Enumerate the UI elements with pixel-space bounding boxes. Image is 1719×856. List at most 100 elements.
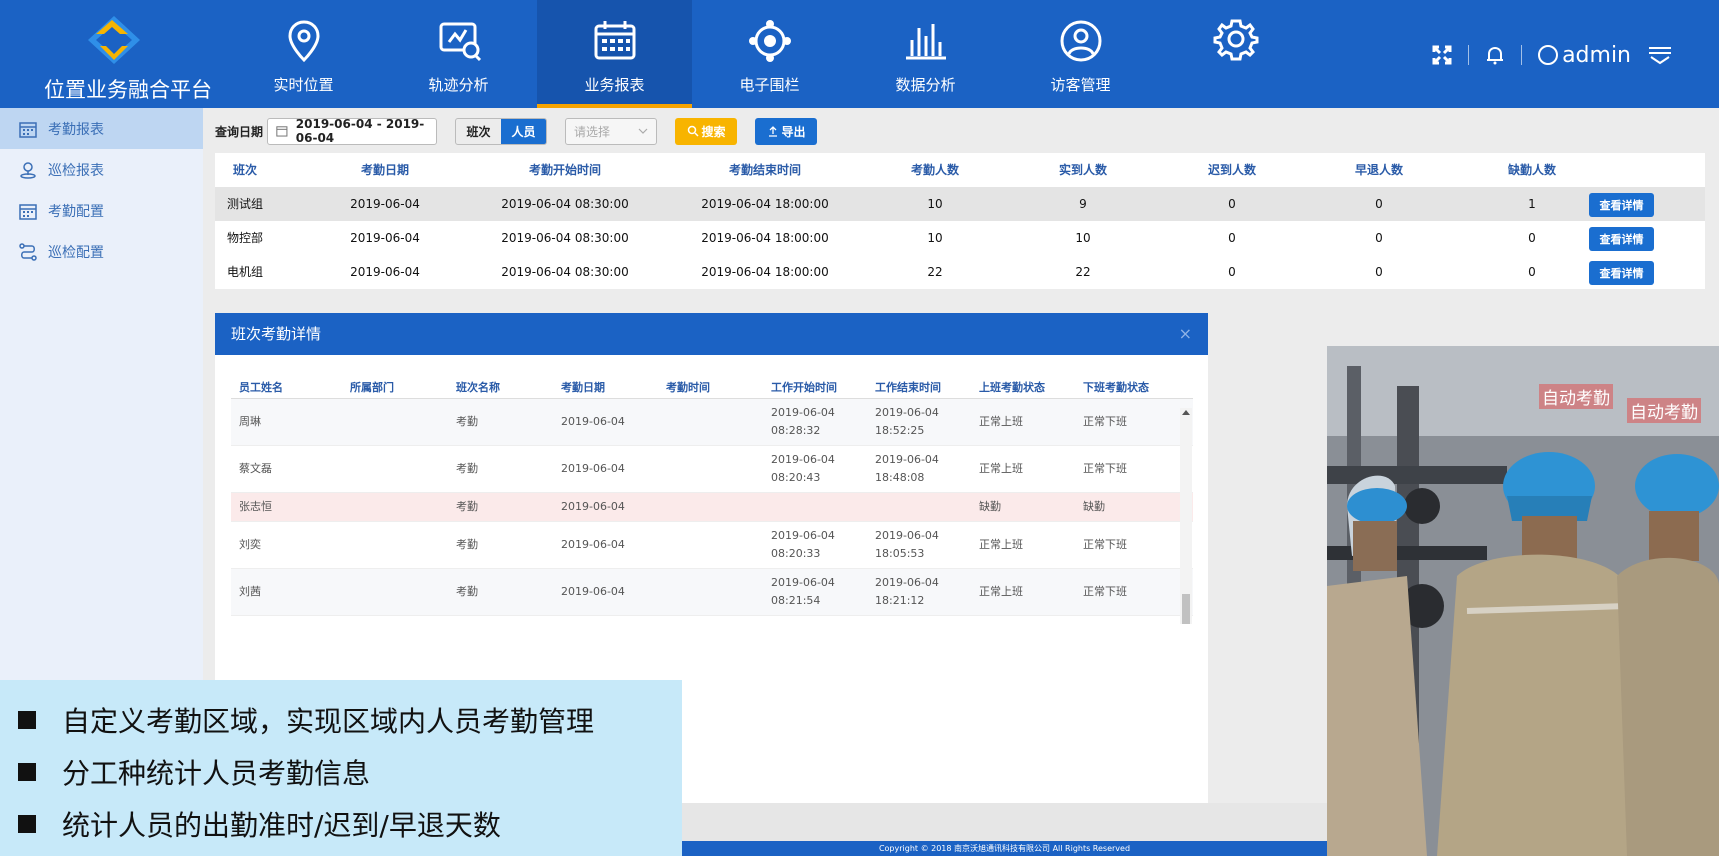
feature-text: 分工种统计人员考勤信息: [62, 757, 371, 790]
footer-copyright: Copyright © 2018 南京沃旭通讯科技有限公司 All Rights…: [682, 841, 1327, 856]
avatar: [1538, 45, 1559, 65]
feature-item: 分工种统计人员考勤信息: [0, 746, 682, 798]
column-header: 工作结束时间: [875, 380, 941, 394]
cell: 22: [927, 265, 943, 279]
cell: 2019-06-04 18:00:00: [701, 197, 829, 211]
date-range-value: 2019-06-04 - 2019-06-04: [295, 117, 425, 145]
search-icon: [687, 125, 699, 137]
sidebar-item-patrol-config[interactable]: 巡检配置: [0, 231, 203, 272]
cell: 张志恒: [239, 500, 272, 513]
cell: 考勤: [456, 462, 478, 475]
nav-data-analysis[interactable]: 数据分析: [848, 0, 1003, 108]
cell: 2019-06-04 18:21:12: [875, 576, 939, 607]
column-header: 上班考勤状态: [979, 380, 1045, 394]
sidebar-item-patrol-report[interactable]: 巡检报表: [0, 149, 203, 190]
nav-visitor-management[interactable]: 访客管理: [1003, 0, 1158, 108]
user-menu[interactable]: admin: [1522, 40, 1689, 70]
table-row[interactable]: 电机组 2019-06-04 2019-06-04 08:30:00 2019-…: [215, 255, 1705, 289]
search-button[interactable]: 搜索: [675, 117, 738, 145]
calendar-icon: [19, 121, 37, 138]
bullet-square-icon: [18, 711, 36, 729]
table-row[interactable]: 周琳 考勤 2019-06-04 2019-06-04 08:28:32 201…: [231, 399, 1193, 446]
nav-e-fence[interactable]: 电子围栏: [692, 0, 847, 108]
table-row[interactable]: 张志恒 考勤 2019-06-04 缺勤 缺勤: [231, 493, 1193, 522]
table-row[interactable]: 刘奕 考勤 2019-06-04 2019-06-04 08:20:33 201…: [231, 522, 1193, 569]
notification-button[interactable]: [1469, 40, 1521, 70]
cell: 周琳: [239, 415, 261, 428]
sidebar-item-attendance-report[interactable]: 考勤报表: [0, 108, 203, 149]
cell: 2019-06-04: [561, 462, 625, 475]
bar-chart-icon: [905, 24, 946, 60]
cell: 2019-06-04 18:52:25: [875, 406, 939, 437]
cell: 电机组: [226, 265, 263, 279]
export-button[interactable]: 导出: [755, 117, 818, 145]
calendar-icon: [19, 203, 37, 220]
cell: 正常上班: [979, 415, 1023, 428]
close-icon[interactable]: ×: [1179, 313, 1192, 355]
view-detail-button[interactable]: 查看详情: [1589, 261, 1654, 285]
cell: 0: [1228, 231, 1236, 245]
fullscreen-button[interactable]: [1416, 40, 1468, 70]
column-header: 考勤时间: [666, 380, 710, 394]
header-tools: admin: [1416, 40, 1689, 70]
fence-target-icon: [748, 20, 791, 62]
cell: 正常下班: [1083, 585, 1127, 598]
cell: 正常上班: [979, 538, 1023, 551]
column-header: 早退人数: [1354, 163, 1403, 177]
brand[interactable]: 位置业务融合平台: [0, 0, 250, 108]
table-row[interactable]: 刘茜 考勤 2019-06-04 2019-06-04 08:21:54 201…: [231, 569, 1193, 616]
nav-business-report[interactable]: 业务报表: [537, 0, 692, 108]
seg-person-button[interactable]: 人员: [501, 118, 547, 144]
mode-toggle: 班次 人员: [455, 117, 548, 145]
cell: 考勤: [456, 538, 478, 551]
nav-realtime-location[interactable]: 实时位置: [226, 0, 381, 108]
bell-icon: [1487, 46, 1504, 65]
cell: 10: [927, 231, 943, 245]
table-row[interactable]: 物控部 2019-06-04 2019-06-04 08:30:00 2019-…: [215, 221, 1705, 255]
column-header: 考勤日期: [561, 380, 605, 394]
date-range-input[interactable]: 2019-06-04 - 2019-06-04: [267, 117, 438, 145]
scroll-thumb[interactable]: [1182, 594, 1190, 624]
cell: 2019-06-04: [561, 538, 625, 551]
attendance-table: 班次 考勤日期 考勤开始时间 考勤结束时间 考勤人数 实到人数 迟到人数 早退人…: [215, 153, 1705, 289]
detail-scrollbar[interactable]: [1180, 408, 1192, 624]
feature-text: 统计人员的出勤准时/迟到/早退天数: [62, 809, 501, 842]
cell: 0: [1528, 231, 1536, 245]
cell: 刘奕: [239, 538, 261, 551]
cell: 物控部: [226, 231, 263, 245]
cell: 9: [1079, 197, 1087, 211]
cell: 0: [1228, 197, 1236, 211]
date-label: 查询日期: [215, 124, 264, 139]
cell: 22: [1075, 265, 1091, 279]
table-row[interactable]: 测试组 2019-06-04 2019-06-04 08:30:00 2019-…: [215, 187, 1705, 221]
cell: 考勤: [456, 500, 478, 513]
view-detail-button[interactable]: 查看详情: [1589, 193, 1654, 217]
sidebar-item-attendance-config[interactable]: 考勤配置: [0, 190, 203, 231]
column-header: 迟到人数: [1207, 163, 1256, 177]
nav-label: 数据分析: [895, 76, 956, 94]
view-detail-button[interactable]: 查看详情: [1589, 227, 1654, 251]
brand-logo-icon: [88, 16, 140, 64]
cell: 2019-06-04 08:21:54: [771, 576, 835, 607]
brand-title: 位置业务融合平台: [44, 78, 212, 102]
cell: 0: [1375, 265, 1383, 279]
sidebar-item-label: 考勤配置: [48, 203, 104, 220]
feature-item: 自定义考勤区域，实现区域内人员考勤管理: [0, 694, 682, 746]
cell: 考勤: [456, 585, 478, 598]
bullet-square-icon: [18, 815, 36, 833]
location-pin-icon: [287, 20, 320, 63]
content-bottom: [682, 803, 1327, 841]
person-select[interactable]: 请选择: [565, 117, 658, 145]
cell: 2019-06-04: [561, 585, 625, 598]
scroll-up-icon[interactable]: [1182, 410, 1190, 415]
nav-settings[interactable]: [1158, 0, 1313, 108]
table-row[interactable]: 蔡文磊 考勤 2019-06-04 2019-06-04 08:20:43 20…: [231, 446, 1193, 493]
cell: 缺勤: [979, 500, 1001, 513]
cell: 正常下班: [1083, 538, 1127, 551]
seg-shift-button[interactable]: 班次: [456, 119, 501, 144]
auto-attendance-tag: 自动考勤: [1627, 398, 1701, 423]
cell: 2019-06-04: [561, 500, 625, 513]
nav-track-analysis[interactable]: 轨迹分析: [381, 0, 536, 108]
column-header: 工作开始时间: [771, 380, 837, 394]
cell: 2019-06-04 08:20:43: [771, 453, 835, 484]
